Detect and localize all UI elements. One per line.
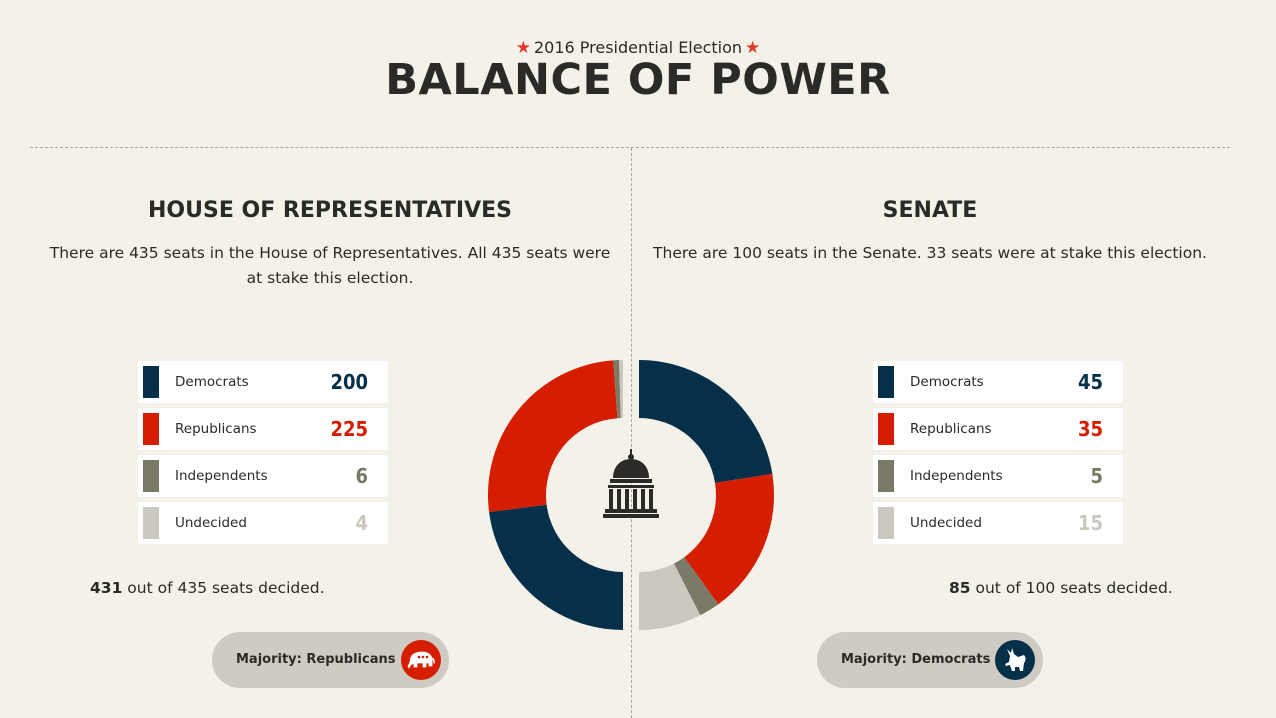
house-decided: 431 out of 435 seats decided. [90,579,325,597]
house-decided-text: out of 435 seats decided. [122,579,325,597]
legend-label: Democrats [910,374,984,390]
legend-value: 6 [355,464,368,488]
legend-item-republicans: Republicans 225 [138,408,388,450]
legend-value: 225 [330,417,368,441]
democrats-swatch [878,366,894,398]
senate-decided-count: 85 [949,579,971,597]
donut-slice-republicans [488,360,618,513]
legend-label: Independents [910,468,1003,484]
republicans-swatch [878,413,894,445]
legend-item-democrats: Democrats 200 [138,361,388,403]
legend-label: Republicans [910,421,992,437]
legend-value: 45 [1077,370,1103,394]
senate-majority-badge: Majority: Democrats [817,632,1043,688]
legend-value: 15 [1077,511,1103,535]
independents-swatch [143,460,159,492]
senate-title: SENATE [882,198,978,223]
senate-decided-text: out of 100 seats decided. [970,579,1173,597]
house-majority-label: Majority: Republicans [236,652,396,667]
legend-item-democrats: Democrats 45 [873,361,1123,403]
legend-value: 4 [355,511,368,535]
legend-item-undecided: Undecided 15 [873,502,1123,544]
house-donut [488,360,623,630]
senate-description: There are 100 seats in the Senate. 33 se… [653,244,1207,262]
senate-legend: Democrats 45 Republicans 35 Independents… [873,361,1123,549]
legend-item-independents: Independents 5 [873,455,1123,497]
elephant-icon [401,640,441,680]
donut-slice-democrats [639,360,773,483]
legend-value: 200 [330,370,368,394]
capitol-icon [603,449,659,518]
democrats-swatch [143,366,159,398]
republicans-swatch [143,413,159,445]
senate-decided: 85 out of 100 seats decided. [949,579,1173,597]
senate-majority-label: Majority: Democrats [841,652,991,667]
undecided-swatch [143,507,159,539]
legend-label: Independents [175,468,268,484]
legend-label: Democrats [175,374,249,390]
house-legend: Democrats 200 Republicans 225 Independen… [138,361,388,549]
legend-item-undecided: Undecided 4 [138,502,388,544]
legend-value: 35 [1077,417,1103,441]
house-majority-badge: Majority: Republicans [212,632,449,688]
independents-swatch [878,460,894,492]
house-decided-count: 431 [90,579,123,597]
header-divider [30,147,1230,148]
senate-donut [639,360,774,630]
legend-label: Undecided [910,515,982,531]
page-title: BALANCE OF POWER [385,55,891,105]
legend-label: Republicans [175,421,257,437]
donut-slice-democrats [489,504,623,630]
house-title: HOUSE OF REPRESENTATIVES [148,198,512,223]
seats-donut-chart [488,360,774,630]
undecided-swatch [878,507,894,539]
house-description: There are 435 seats in the House of Repr… [49,244,611,287]
legend-item-republicans: Republicans 35 [873,408,1123,450]
legend-value: 5 [1090,464,1103,488]
legend-label: Undecided [175,515,247,531]
legend-item-independents: Independents 6 [138,455,388,497]
donkey-icon [995,640,1035,680]
